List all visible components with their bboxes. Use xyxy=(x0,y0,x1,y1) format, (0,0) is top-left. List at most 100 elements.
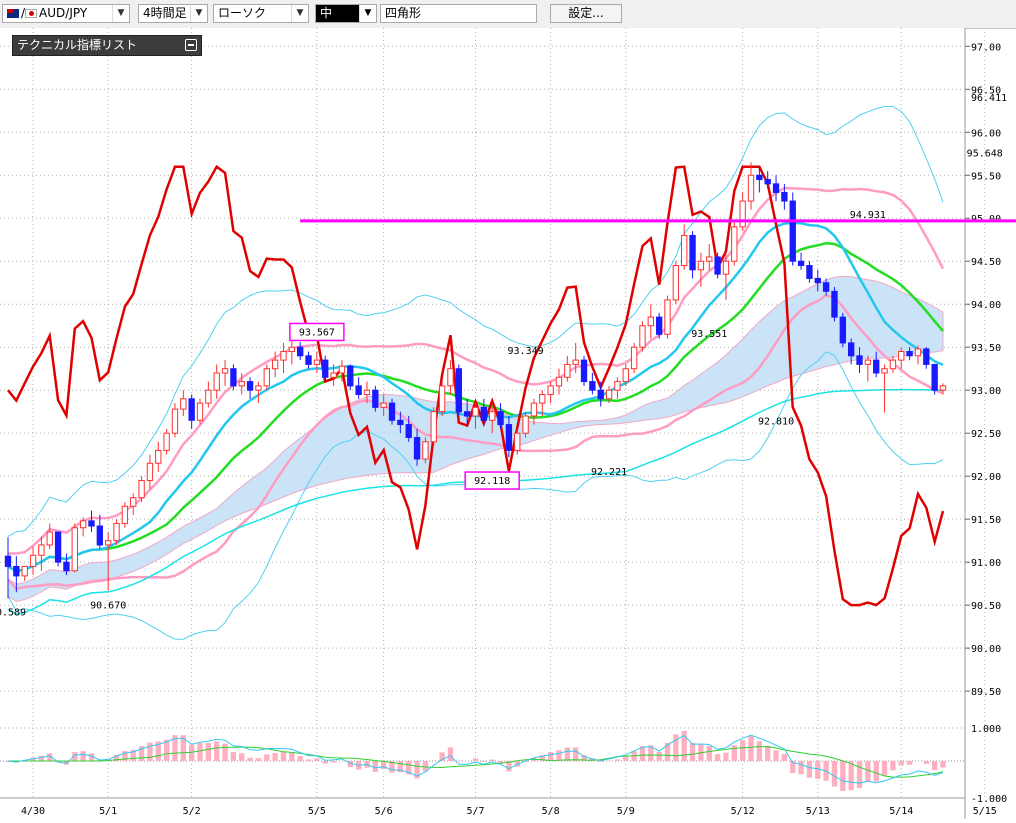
candle-body xyxy=(89,521,94,526)
aud-flag-icon xyxy=(7,9,19,18)
osc-histogram-bar xyxy=(256,758,261,761)
osc-histogram-bar xyxy=(656,752,661,761)
price-annotation: 93.349 xyxy=(508,346,544,357)
candle-body xyxy=(64,562,69,571)
candle-body xyxy=(848,343,853,356)
osc-histogram-bar xyxy=(331,761,336,763)
osc-histogram-bar xyxy=(456,760,461,761)
candle-body xyxy=(915,349,920,356)
candle-body xyxy=(506,425,511,451)
price-chart[interactable]: 97.0096.5096.0095.5095.0094.5094.0093.50… xyxy=(0,28,1016,819)
price-tick-label: 95.50 xyxy=(971,171,1001,182)
candle-body xyxy=(548,386,553,395)
candle-body xyxy=(423,442,428,459)
osc-histogram-bar xyxy=(899,761,904,766)
osc-histogram-bar xyxy=(306,759,311,761)
candle-body xyxy=(874,360,879,373)
candle-body xyxy=(531,403,536,416)
currency-pair-select[interactable]: /AUD/JPY ▼ xyxy=(2,4,130,23)
minimize-icon[interactable] xyxy=(185,39,197,51)
candle-body xyxy=(464,412,469,416)
candle-body xyxy=(189,399,194,420)
size-select[interactable]: 中 ▼ xyxy=(315,4,377,23)
osc-histogram-bar xyxy=(556,750,561,761)
candle-body xyxy=(940,386,945,390)
osc-histogram-bar xyxy=(80,751,85,761)
candle-body xyxy=(790,201,795,261)
candle-body xyxy=(373,390,378,407)
candle-body xyxy=(832,291,837,317)
price-annotation: 93.551 xyxy=(691,329,727,340)
candle-body xyxy=(348,366,353,386)
date-label: 5/8 xyxy=(542,806,560,817)
osc-histogram-bar xyxy=(857,761,862,788)
osc-histogram-bar xyxy=(865,761,870,782)
osc-histogram-bar xyxy=(832,761,837,787)
price-annotation: 95.648 xyxy=(967,149,1003,160)
osc-histogram-bar xyxy=(773,750,778,761)
candle-body xyxy=(707,257,712,261)
chevron-down-icon[interactable]: ▼ xyxy=(112,5,129,22)
shape-label: 四角形 xyxy=(385,5,421,22)
candle-body xyxy=(139,480,144,497)
osc-histogram-bar xyxy=(147,743,152,761)
candle-body xyxy=(523,416,528,433)
timeframe-select[interactable]: 4時間足 ▼ xyxy=(138,4,208,23)
candle-body xyxy=(615,382,620,391)
chevron-down-icon[interactable]: ▼ xyxy=(359,5,376,22)
osc-histogram-bar xyxy=(298,756,303,761)
candle-body xyxy=(206,390,211,403)
candle-body xyxy=(247,382,252,391)
shape-select[interactable]: 四角形 xyxy=(380,4,537,23)
price-tick-label: 96.00 xyxy=(971,128,1001,139)
osc-histogram-bar xyxy=(289,752,294,761)
osc-histogram-bar xyxy=(239,753,244,761)
candle-body xyxy=(748,175,753,201)
chevron-down-icon[interactable]: ▼ xyxy=(190,5,207,22)
osc-histogram-bar xyxy=(723,753,728,761)
candle-body xyxy=(732,227,737,261)
candle-body xyxy=(823,283,828,292)
osc-histogram-bar xyxy=(281,752,286,761)
candle-body xyxy=(5,556,10,566)
candle-body xyxy=(556,377,561,386)
candle-body xyxy=(414,437,419,458)
indicator-list-panel[interactable]: テクニカル指標リスト xyxy=(12,35,202,56)
osc-histogram-bar xyxy=(197,743,202,761)
candle-body xyxy=(331,373,336,377)
osc-histogram-bar xyxy=(848,761,853,790)
candle-body xyxy=(924,349,929,364)
osc-histogram-bar xyxy=(573,747,578,761)
candle-body xyxy=(356,386,361,395)
candle-body xyxy=(448,369,453,386)
date-label: 5/5 xyxy=(308,806,326,817)
osc-histogram-bar xyxy=(807,761,812,778)
chart-type-select[interactable]: ローソク ▼ xyxy=(213,4,309,23)
candle-body xyxy=(540,394,545,403)
candle-body xyxy=(698,261,703,270)
price-annotation: 92.810 xyxy=(758,417,794,428)
osc-histogram-bar xyxy=(765,746,770,761)
price-tick-label: 90.50 xyxy=(971,601,1001,612)
osc-histogram-bar xyxy=(381,761,386,769)
candle-body xyxy=(222,369,227,373)
price-annotation: 93.567 xyxy=(299,327,335,338)
price-tick-label: 92.50 xyxy=(971,429,1001,440)
candle-body xyxy=(72,528,77,571)
size-label: 中 xyxy=(320,5,332,22)
settings-button[interactable]: 設定... xyxy=(550,4,622,23)
price-annotation: 92.221 xyxy=(591,467,627,478)
candle-body xyxy=(55,532,60,562)
candle-body xyxy=(899,352,904,361)
candle-body xyxy=(172,409,177,433)
date-label: 5/15 xyxy=(973,806,997,817)
chevron-down-icon[interactable]: ▼ xyxy=(291,5,308,22)
candle-body xyxy=(339,366,344,373)
candle-body xyxy=(907,352,912,356)
chart-area[interactable]: 97.0096.5096.0095.5095.0094.5094.0093.50… xyxy=(0,28,1016,819)
candle-body xyxy=(740,201,745,227)
candle-body xyxy=(181,399,186,409)
candle-body xyxy=(573,360,578,364)
date-label: 5/1 xyxy=(99,806,117,817)
osc-histogram-bar xyxy=(323,761,328,764)
